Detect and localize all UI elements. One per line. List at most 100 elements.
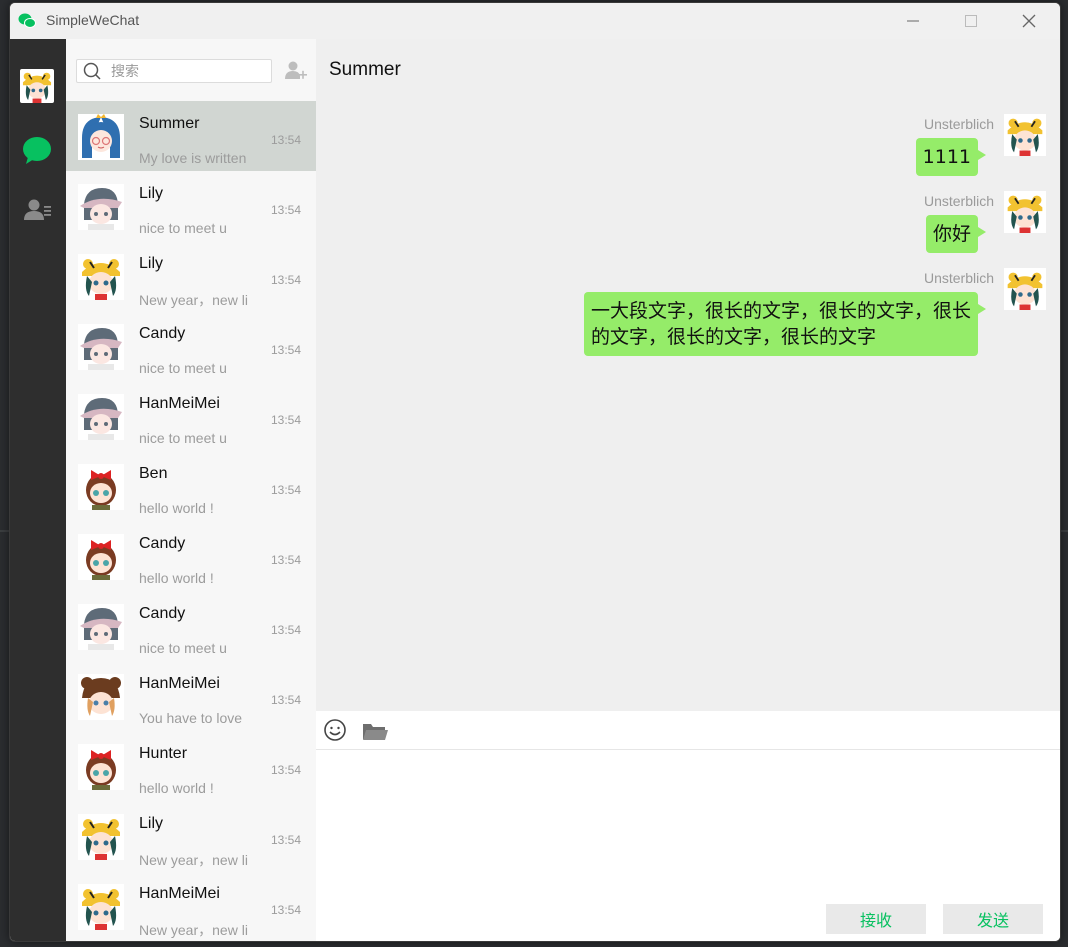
minimize-button[interactable]	[890, 3, 936, 39]
avatar	[78, 464, 124, 510]
session-name: Hunter	[139, 745, 188, 762]
red-bow-avatar-icon	[78, 534, 124, 580]
avatar	[78, 604, 124, 650]
maximize-button[interactable]	[948, 3, 994, 39]
input-toolbar	[316, 711, 1060, 750]
bear-hat-avatar-icon	[78, 674, 124, 720]
session-time: 13:54	[271, 413, 302, 427]
message-sender: Unsterblich	[923, 193, 994, 209]
chat-title: Summer	[329, 59, 401, 80]
session-item[interactable]: Candy nice to meet u 13:54	[66, 311, 316, 381]
tiger-hat-avatar-icon	[1004, 114, 1046, 156]
message-list: Unsterblich 1111 Unsterblich 你好 Unsterbl…	[316, 111, 1060, 711]
grey-hair-avatar-icon	[78, 184, 124, 230]
session-item[interactable]: Lily New year，new li 13:54	[66, 801, 316, 871]
search-input[interactable]	[109, 61, 263, 81]
message-row: Unsterblich 1111	[316, 114, 1060, 186]
session-item[interactable]: Ben hello world ! 13:54	[66, 451, 316, 521]
search-icon	[83, 62, 101, 80]
session-time: 13:54	[271, 203, 302, 217]
user-avatar[interactable]	[20, 69, 54, 103]
session-time: 13:54	[271, 343, 302, 357]
avatar	[78, 184, 124, 230]
session-preview: hello world !	[139, 780, 214, 796]
contacts-nav-icon[interactable]	[22, 195, 52, 225]
session-item[interactable]: HanMeiMei You have to love 13:54	[66, 661, 316, 731]
tiger-hat-avatar-icon	[78, 254, 124, 300]
session-panel: Summer My love is written 13:54 Lily	[66, 39, 317, 941]
session-item[interactable]: HanMeiMei nice to meet u 13:54	[66, 381, 316, 451]
session-item[interactable]: Lily New year，new li 13:54	[66, 241, 316, 311]
session-name: Lily	[139, 815, 164, 832]
avatar	[78, 254, 124, 300]
session-list: Summer My love is written 13:54 Lily nic…	[66, 101, 316, 941]
session-time: 13:54	[271, 693, 302, 707]
tiger-hat-avatar-icon	[1004, 268, 1046, 310]
session-time: 13:54	[271, 623, 302, 637]
message-bubble[interactable]: 1111	[915, 138, 987, 176]
session-time: 13:54	[271, 833, 302, 847]
app-window: SimpleWeChat 搜索 Summer My love is writte…	[9, 2, 1061, 942]
session-item[interactable]: Candy nice to meet u 13:54	[66, 591, 316, 661]
avatar	[78, 674, 124, 720]
search-box[interactable]	[76, 59, 272, 83]
window-title: SimpleWeChat	[46, 12, 140, 28]
avatar	[78, 534, 124, 580]
grey-hair-avatar-icon	[78, 324, 124, 370]
navigation-sidebar	[10, 39, 66, 941]
close-icon	[1022, 14, 1036, 28]
input-area: 接收 发送	[316, 711, 1060, 941]
send-button[interactable]: 发送	[943, 904, 1043, 934]
session-name: Lily	[139, 185, 164, 202]
session-time: 13:54	[271, 273, 302, 287]
avatar	[1004, 268, 1046, 310]
avatar	[78, 814, 124, 860]
session-preview: hello world !	[139, 570, 214, 586]
avatar	[78, 324, 124, 370]
message-sender: Unsterblich	[923, 270, 994, 286]
session-name: Lily	[139, 255, 164, 272]
session-name: Candy	[139, 605, 186, 622]
title-bar[interactable]: SimpleWeChat	[10, 3, 1060, 39]
session-name: Candy	[139, 535, 186, 552]
add-contact-icon[interactable]	[282, 57, 308, 83]
session-name: Ben	[139, 465, 168, 482]
avatar	[1004, 114, 1046, 156]
session-item[interactable]: Summer My love is written 13:54	[66, 101, 316, 171]
emoji-icon[interactable]	[323, 718, 347, 742]
red-bow-avatar-icon	[78, 464, 124, 510]
tiger-hat-avatar-icon	[78, 884, 124, 930]
red-bow-avatar-icon	[78, 744, 124, 790]
close-button[interactable]	[1006, 3, 1052, 39]
message-bubble[interactable]: 一大段文字，很长的文字，很长的文字，很长的文字，很长的文字，很长的文字	[584, 292, 986, 356]
session-preview: nice to meet u	[139, 360, 227, 376]
session-preview: New year，new li	[139, 922, 248, 938]
tiger-hat-avatar-icon	[20, 69, 54, 103]
minimize-icon	[907, 20, 919, 22]
receive-button[interactable]: 接收	[826, 904, 926, 934]
session-time: 13:54	[271, 553, 302, 567]
session-name: HanMeiMei	[139, 395, 220, 412]
chat-nav-icon[interactable]	[22, 135, 52, 165]
blue-hood-avatar-icon	[78, 114, 124, 160]
session-item[interactable]: HanMeiMei New year，new li 13:54	[66, 871, 316, 941]
session-preview: New year，new li	[139, 292, 248, 308]
session-time: 13:54	[271, 903, 302, 917]
avatar	[78, 114, 124, 160]
session-time: 13:54	[271, 763, 302, 777]
message-sender: Unsterblich	[923, 116, 994, 132]
session-preview: My love is written	[139, 150, 247, 166]
session-preview: hello world !	[139, 500, 214, 516]
message-bubble[interactable]: 你好	[925, 215, 987, 253]
session-name: HanMeiMei	[139, 885, 220, 902]
message-row: Unsterblich 一大段文字，很长的文字，很长的文字，很长的文字，很长的文…	[316, 268, 1060, 370]
wechat-logo-icon	[18, 13, 36, 28]
session-item[interactable]: Hunter hello world ! 13:54	[66, 731, 316, 801]
message-input[interactable]	[324, 757, 1054, 891]
tiger-hat-avatar-icon	[1004, 191, 1046, 233]
session-item[interactable]: Lily nice to meet u 13:54	[66, 171, 316, 241]
session-preview: You have to love	[139, 710, 243, 726]
session-preview: New year，new li	[139, 852, 248, 868]
folder-icon[interactable]	[361, 719, 389, 743]
session-item[interactable]: Candy hello world ! 13:54	[66, 521, 316, 591]
